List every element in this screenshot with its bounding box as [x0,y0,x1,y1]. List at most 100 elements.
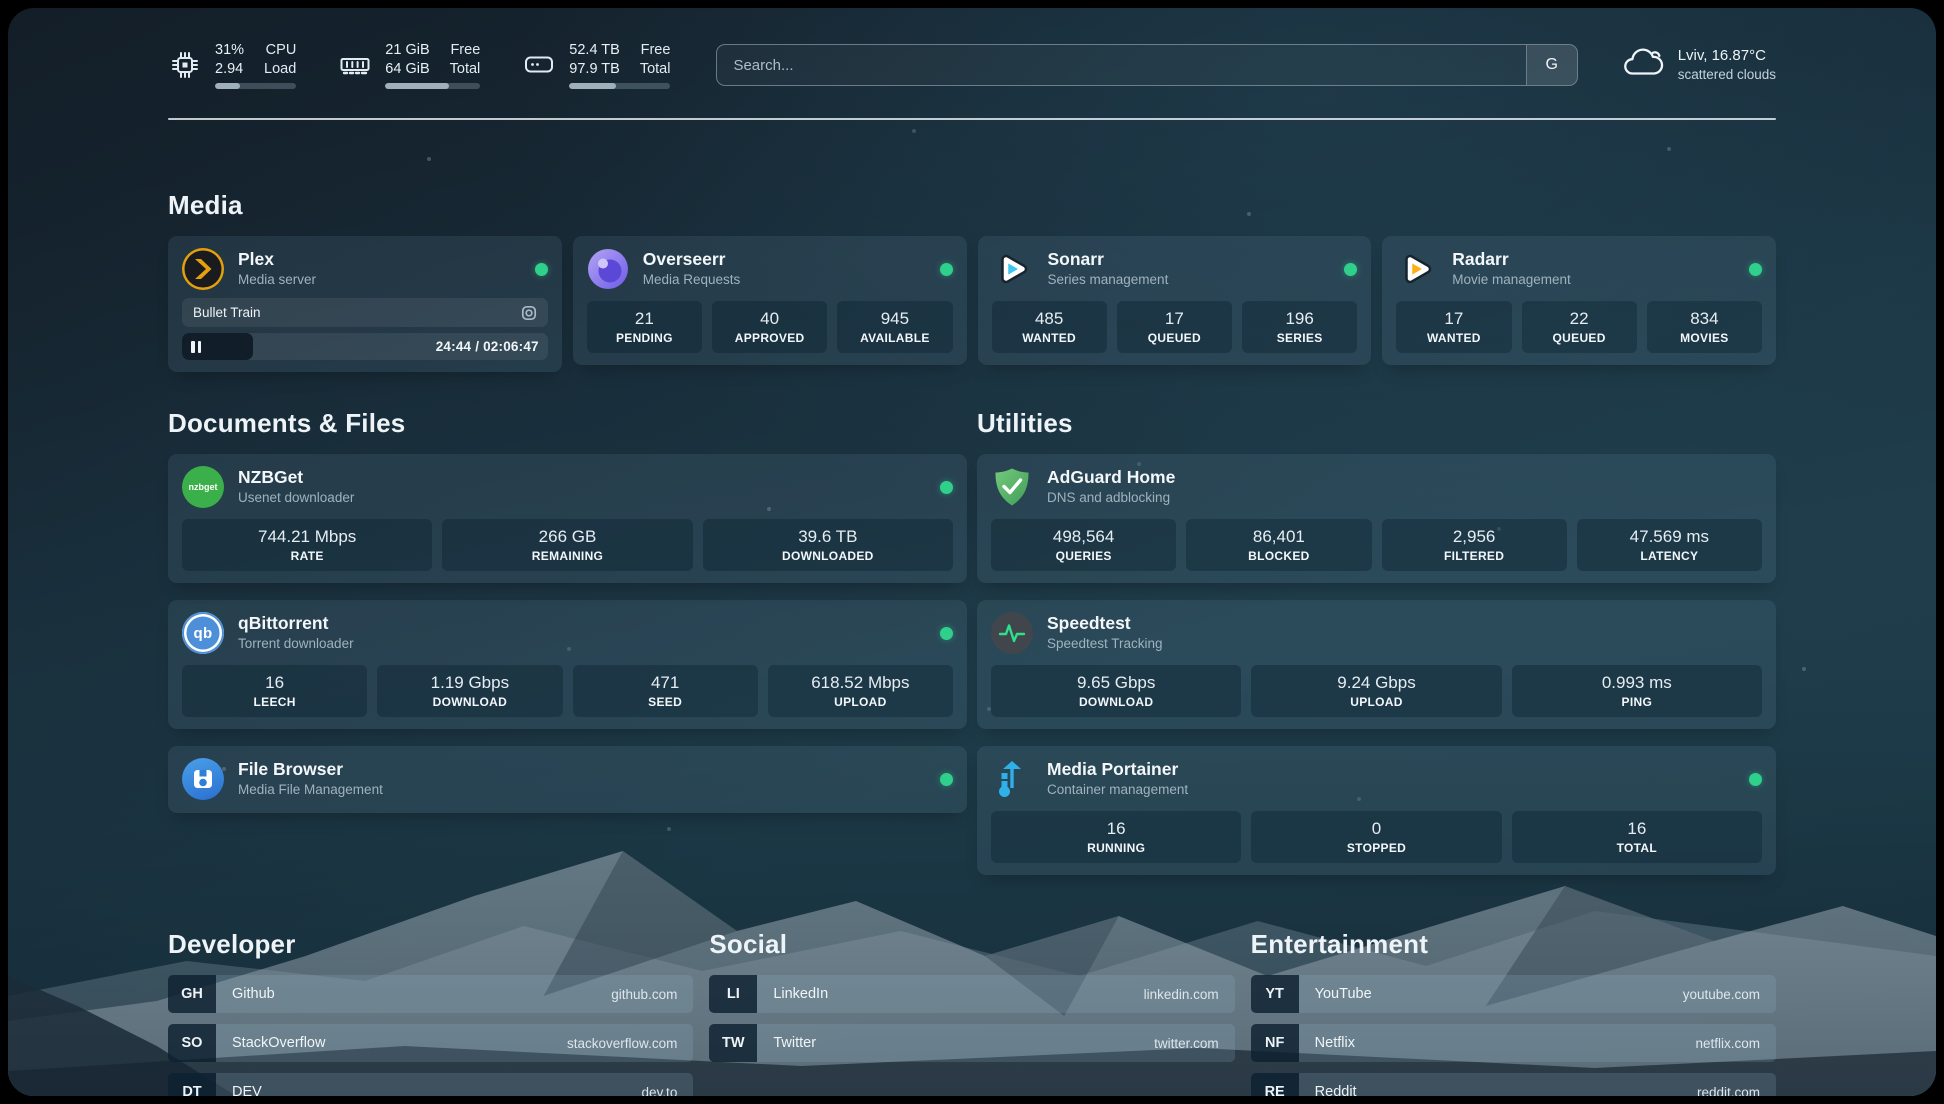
section-title-documents: Documents & Files [168,408,967,439]
filebrowser-icon [182,758,224,800]
cloud-icon [1620,45,1664,86]
service-card-portainer[interactable]: Media Portainer Container management 16 … [977,746,1776,875]
view-icon[interactable] [521,305,537,321]
stat-value: 47.569 ms [1630,526,1709,547]
bookmark-youtube[interactable]: YT YouTube youtube.com [1251,975,1776,1013]
memory-widget: 21 GiB 64 GiB Free Total [338,41,480,88]
bookmark-twitter[interactable]: TW Twitter twitter.com [709,1024,1234,1062]
now-playing-title: Bullet Train [193,305,261,320]
playback-progress-bar: 24:44 / 02:06:47 [182,333,548,360]
stat-approved: 40 APPROVED [712,301,827,353]
search-provider-button[interactable]: G [1526,45,1577,85]
service-card-overseerr[interactable]: Overseerr Media Requests 21 PENDING 40 A… [573,236,967,365]
stat-available: 945 AVAILABLE [837,301,952,353]
cpu-labels: CPU Load [264,41,296,78]
service-name: Speedtest [1047,613,1163,635]
stat-label: AVAILABLE [860,331,930,346]
service-card-sonarr[interactable]: Sonarr Series management 485 WANTED 17 Q… [978,236,1372,365]
service-name: Plex [238,249,316,271]
service-card-nzbget[interactable]: nzbget NZBGet Usenet downloader 744.21 M… [168,454,967,583]
status-dot [940,263,953,276]
stat-value: 17 [1165,308,1184,329]
stat-label: STOPPED [1347,841,1406,856]
free-label: Free [640,41,671,60]
bookmark-abbr: LI [709,975,757,1013]
section-developer: Developer GH Github github.com SO StackO… [168,929,693,1096]
disk-free-value: 52.4 TB [569,41,620,60]
stat-value: 1.19 Gbps [431,672,509,693]
service-card-qbittorrent[interactable]: qb qBittorrent Torrent downloader 16 LEE… [168,600,967,729]
service-name: Sonarr [1048,249,1169,271]
memory-icon [338,48,372,82]
service-description: DNS and adblocking [1047,490,1175,507]
weather-location-temp: Lviv, 16.87°C [1678,46,1776,66]
bookmark-netflix[interactable]: NF Netflix netflix.com [1251,1024,1776,1062]
service-card-radarr[interactable]: Radarr Movie management 17 WANTED 22 QUE… [1382,236,1776,365]
stat-leech: 16 LEECH [182,665,367,717]
section-title-entertainment: Entertainment [1251,929,1776,960]
disk-labels: Free Total [640,41,671,78]
section-documents: Documents & Files nzbget NZBGet Usenet d… [168,408,967,813]
stat-remaining: 266 GB REMAINING [442,519,692,571]
stat-value: 22 [1570,308,1589,329]
portainer-icon [991,758,1033,800]
section-entertainment: Entertainment YT YouTube youtube.com NF … [1251,929,1776,1096]
stat-running: 16 RUNNING [991,811,1241,863]
stat-upload: 9.24 Gbps UPLOAD [1251,665,1501,717]
stat-queued: 17 QUEUED [1117,301,1232,353]
bookmark-dev[interactable]: DT DEV dev.to [168,1073,693,1096]
adguard-icon [991,466,1033,508]
stat-label: LEECH [254,695,296,710]
stat-value: 40 [760,308,779,329]
resource-widgets: 31% 2.94 CPU Load [168,41,670,88]
bookmark-reddit[interactable]: RE Reddit reddit.com [1251,1073,1776,1096]
snow-specks [8,8,10,10]
bookmark-stackoverflow[interactable]: SO StackOverflow stackoverflow.com [168,1024,693,1062]
stat-value: 16 [265,672,284,693]
stat-seed: 471 SEED [573,665,758,717]
cpu-widget: 31% 2.94 CPU Load [168,41,296,88]
search-input[interactable] [717,45,1525,85]
nzbget-icon: nzbget [182,466,224,508]
bookmark-github[interactable]: GH Github github.com [168,975,693,1013]
service-card-filebrowser[interactable]: File Browser Media File Management [168,746,967,813]
bookmark-url: netflix.com [1695,1036,1760,1051]
bookmark-name: StackOverflow [232,1035,325,1051]
bookmark-abbr: YT [1251,975,1299,1013]
memory-labels: Free Total [450,41,481,78]
speedtest-icon [991,612,1033,654]
stat-value: 498,564 [1053,526,1114,547]
service-description: Speedtest Tracking [1047,636,1163,653]
cpu-icon [168,48,202,82]
service-description: Series management [1048,272,1169,289]
status-dot [1344,263,1357,276]
service-card-speedtest[interactable]: Speedtest Speedtest Tracking 9.65 Gbps D… [977,600,1776,729]
stat-label: DOWNLOAD [433,695,507,710]
stat-label: REMAINING [532,549,603,564]
total-label: Total [450,60,481,79]
service-card-adguard[interactable]: AdGuard Home DNS and adblocking 498,564 … [977,454,1776,583]
stat-stopped: 0 STOPPED [1251,811,1501,863]
section-utilities: Utilities [977,408,1776,875]
stat-upload: 618.52 Mbps UPLOAD [768,665,953,717]
service-description: Torrent downloader [238,636,354,653]
service-description: Media server [238,272,316,289]
bookmark-url: stackoverflow.com [567,1036,677,1051]
bookmark-name: Twitter [773,1035,816,1051]
stat-label: RATE [291,549,324,564]
bookmark-name: DEV [232,1084,262,1096]
stat-value: 485 [1035,308,1063,329]
status-dot [940,481,953,494]
stat-download: 9.65 Gbps DOWNLOAD [991,665,1241,717]
status-dot [940,773,953,786]
bookmark-abbr: NF [1251,1024,1299,1062]
bookmark-linkedin[interactable]: LI LinkedIn linkedin.com [709,975,1234,1013]
stat-label: RUNNING [1087,841,1145,856]
service-card-plex[interactable]: Plex Media server Bullet Train [168,236,562,372]
radarr-icon [1396,248,1438,290]
stat-value: 196 [1285,308,1313,329]
stat-label: TOTAL [1617,841,1657,856]
status-dot [940,627,953,640]
stat-value: 39.6 TB [798,526,857,547]
load-label: Load [264,60,296,79]
